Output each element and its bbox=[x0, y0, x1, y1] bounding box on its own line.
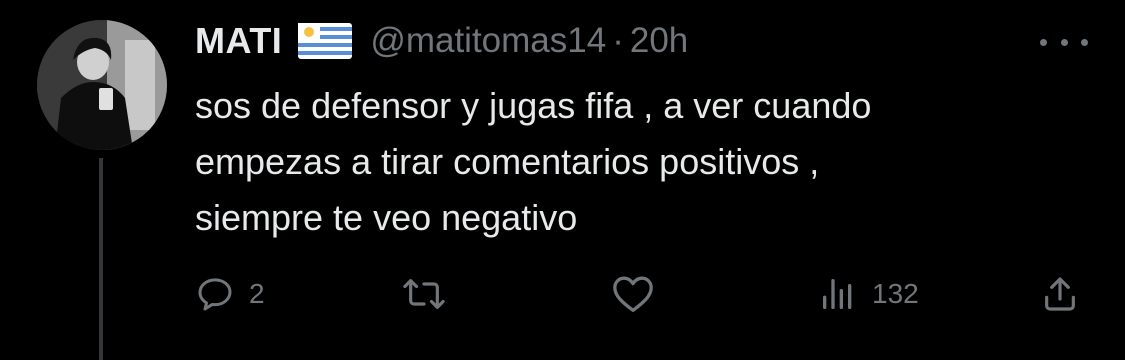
tweet-text: sos de defensor y jugas fifa , a ver cua… bbox=[195, 78, 1075, 246]
reply-button[interactable]: 2 bbox=[195, 270, 265, 318]
reply-icon bbox=[198, 278, 232, 311]
reply-count: 2 bbox=[249, 278, 265, 309]
like-button[interactable] bbox=[611, 270, 669, 318]
display-name[interactable]: MATI bbox=[195, 20, 282, 62]
tweet-text-line: empezas a tirar comentarios positivos , bbox=[195, 141, 820, 182]
views-button[interactable]: 132 bbox=[818, 270, 919, 318]
separator-dot: · bbox=[612, 21, 624, 60]
tweet-text-line: siempre te veo negativo bbox=[195, 197, 578, 238]
share-icon bbox=[1045, 277, 1075, 311]
user-handle[interactable]: @matitomas14 bbox=[370, 21, 606, 61]
tweet-actions: 2 132 bbox=[0, 270, 1125, 318]
thread-line bbox=[99, 158, 103, 360]
retweet-button[interactable] bbox=[402, 270, 460, 318]
avatar-photo bbox=[37, 20, 167, 150]
views-icon bbox=[823, 279, 852, 309]
timestamp[interactable]: 20h bbox=[630, 21, 688, 61]
heart-icon bbox=[613, 276, 653, 312]
avatar[interactable] bbox=[37, 20, 167, 150]
retweet-icon bbox=[403, 279, 445, 309]
views-count: 132 bbox=[872, 278, 919, 309]
uruguay-flag-icon bbox=[298, 23, 353, 59]
tweet-text-line: sos de defensor y jugas fifa , a ver cua… bbox=[195, 85, 872, 126]
tweet-header: MATI @matitomas14 · 20h bbox=[195, 18, 688, 64]
more-icon bbox=[1040, 38, 1047, 46]
share-button[interactable] bbox=[1040, 270, 1080, 318]
more-button[interactable] bbox=[1040, 30, 1088, 54]
